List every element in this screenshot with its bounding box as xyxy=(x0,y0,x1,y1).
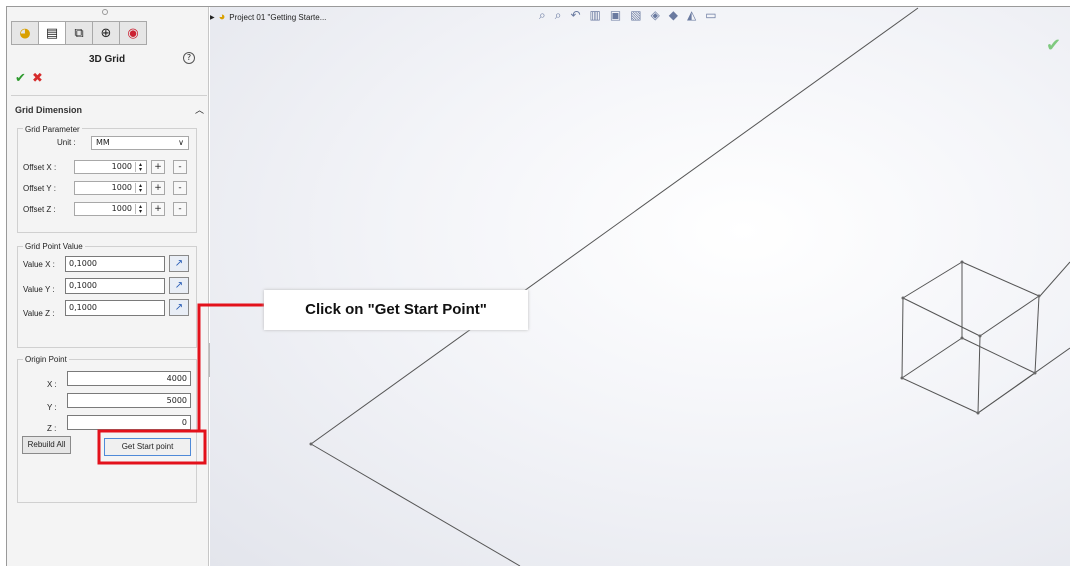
origin-point-label: Origin Point xyxy=(23,355,69,364)
zoom-to-area-icon[interactable]: ⌕ xyxy=(555,8,562,23)
zoom-to-fit-icon[interactable]: ⌕ xyxy=(539,8,546,23)
offset-z-field[interactable]: 1000 ▴ ▾ xyxy=(74,202,147,216)
view-orientation-icon[interactable]: ▣ xyxy=(610,8,621,23)
offset-x-value: 1000 xyxy=(111,162,132,171)
offset-z-value: 1000 xyxy=(111,204,132,213)
instruction-callout: Click on "Get Start Point" xyxy=(264,290,528,330)
offset-z-minus-button[interactable]: - xyxy=(173,202,187,216)
grid-point-value-label: Grid Point Value xyxy=(23,242,85,251)
offset-y-plus-button[interactable]: + xyxy=(151,181,165,195)
tab-configuration-manager[interactable]: ⧉ xyxy=(65,21,93,45)
hide-show-items-icon[interactable]: ◈ xyxy=(651,8,660,23)
offset-x-minus-button[interactable]: - xyxy=(173,160,187,174)
grid-parameter-label: Grid Parameter xyxy=(23,125,82,134)
offset-y-label: Offset Y : xyxy=(23,184,56,193)
edit-appearance-icon[interactable]: ◆ xyxy=(669,8,678,23)
value-y-label: Value Y : xyxy=(23,285,55,294)
property-manager-panel: ◕ ▤ ⧉ ⊕ ◉ 3D Grid ? ✔ ✖ Grid Dimension ︿… xyxy=(7,7,209,566)
tab-dimxpert-manager[interactable]: ⊕ xyxy=(92,21,120,45)
value-y-pick-icon[interactable]: ↗ xyxy=(169,277,189,294)
spin-arrows-icon[interactable]: ▴ ▾ xyxy=(135,162,145,173)
display-manager-icon: ◉ xyxy=(127,25,139,41)
unit-value: MM xyxy=(96,138,110,147)
section-view-icon[interactable]: ▥ xyxy=(590,8,601,23)
value-x-pick-icon[interactable]: ↗ xyxy=(169,255,189,272)
get-start-point-button[interactable]: Get Start point xyxy=(104,438,191,456)
help-icon[interactable]: ? xyxy=(183,52,195,64)
graphics-area[interactable] xyxy=(210,7,1070,566)
spin-arrows-icon[interactable]: ▴ ▾ xyxy=(135,183,145,194)
rebuild-all-button[interactable]: Rebuild All xyxy=(22,436,71,454)
property-manager-icon: ▤ xyxy=(45,25,59,41)
section-title[interactable]: Grid Dimension xyxy=(15,105,82,115)
heads-up-toolbar: ⌕ ⌕ ↶ ▥ ▣ ▧ ◈ ◆ ◭ ▭ xyxy=(539,8,717,23)
chevron-down-icon: ∨ xyxy=(178,138,184,147)
origin-z-field[interactable]: 0 xyxy=(67,415,191,430)
offset-y-field[interactable]: 1000 ▴ ▾ xyxy=(74,181,147,195)
expand-arrow-icon[interactable]: ▶ xyxy=(210,14,215,21)
value-z-label: Value Z : xyxy=(23,309,55,318)
cancel-x-icon[interactable]: ✖ xyxy=(32,71,43,86)
offset-x-label: Offset X : xyxy=(23,163,57,172)
offset-x-field[interactable]: 1000 ▴ ▾ xyxy=(74,160,147,174)
manager-tabs: ◕ ▤ ⧉ ⊕ ◉ xyxy=(11,21,147,45)
ok-check-icon[interactable]: ✔ xyxy=(15,71,26,86)
unit-label: Unit : xyxy=(57,138,76,147)
display-style-icon[interactable]: ▧ xyxy=(630,8,641,23)
value-y-field[interactable]: 0,1000 xyxy=(65,278,165,294)
dimxpert-icon: ⊕ xyxy=(100,25,112,41)
apply-scene-icon[interactable]: ◭ xyxy=(687,8,696,23)
origin-x-label: X : xyxy=(47,380,57,389)
origin-x-field[interactable]: 4000 xyxy=(67,371,191,386)
chevron-up-icon[interactable]: ︿ xyxy=(195,103,204,116)
offset-y-value: 1000 xyxy=(111,183,132,192)
previous-view-icon[interactable]: ↶ xyxy=(570,8,580,23)
page-title: 3D Grid xyxy=(88,54,126,65)
panel-grip-icon[interactable] xyxy=(102,9,108,15)
confirmation-corner-check-icon[interactable]: ✔ xyxy=(1046,35,1061,56)
origin-z-label: Z : xyxy=(47,424,57,433)
unit-select[interactable]: MM ∨ xyxy=(91,136,189,150)
offset-x-plus-button[interactable]: + xyxy=(151,160,165,174)
value-z-field[interactable]: 0,1000 xyxy=(65,300,165,316)
value-x-field[interactable]: 0,1000 xyxy=(65,256,165,272)
feature-tree-flyout[interactable]: ▶ ◕ Project 01 "Getting Starte... xyxy=(210,11,326,23)
tree-root-label[interactable]: Project 01 "Getting Starte... xyxy=(229,13,326,22)
tab-display-manager[interactable]: ◉ xyxy=(119,21,147,45)
divider xyxy=(11,95,207,96)
origin-y-label: Y : xyxy=(47,403,57,412)
tab-feature-manager[interactable]: ◕ xyxy=(11,21,39,45)
offset-z-plus-button[interactable]: + xyxy=(151,202,165,216)
offset-z-label: Offset Z : xyxy=(23,205,56,214)
view-settings-icon[interactable]: ▭ xyxy=(705,8,716,23)
value-x-label: Value X : xyxy=(23,260,55,269)
configuration-icon: ⧉ xyxy=(74,25,84,41)
tab-property-manager[interactable]: ▤ xyxy=(38,21,66,45)
offset-y-minus-button[interactable]: - xyxy=(173,181,187,195)
part-icon: ◕ xyxy=(19,25,31,41)
spin-arrows-icon[interactable]: ▴ ▾ xyxy=(135,204,145,215)
value-z-pick-icon[interactable]: ↗ xyxy=(169,299,189,316)
origin-y-field[interactable]: 5000 xyxy=(67,393,191,408)
part-icon: ◕ xyxy=(218,11,226,23)
